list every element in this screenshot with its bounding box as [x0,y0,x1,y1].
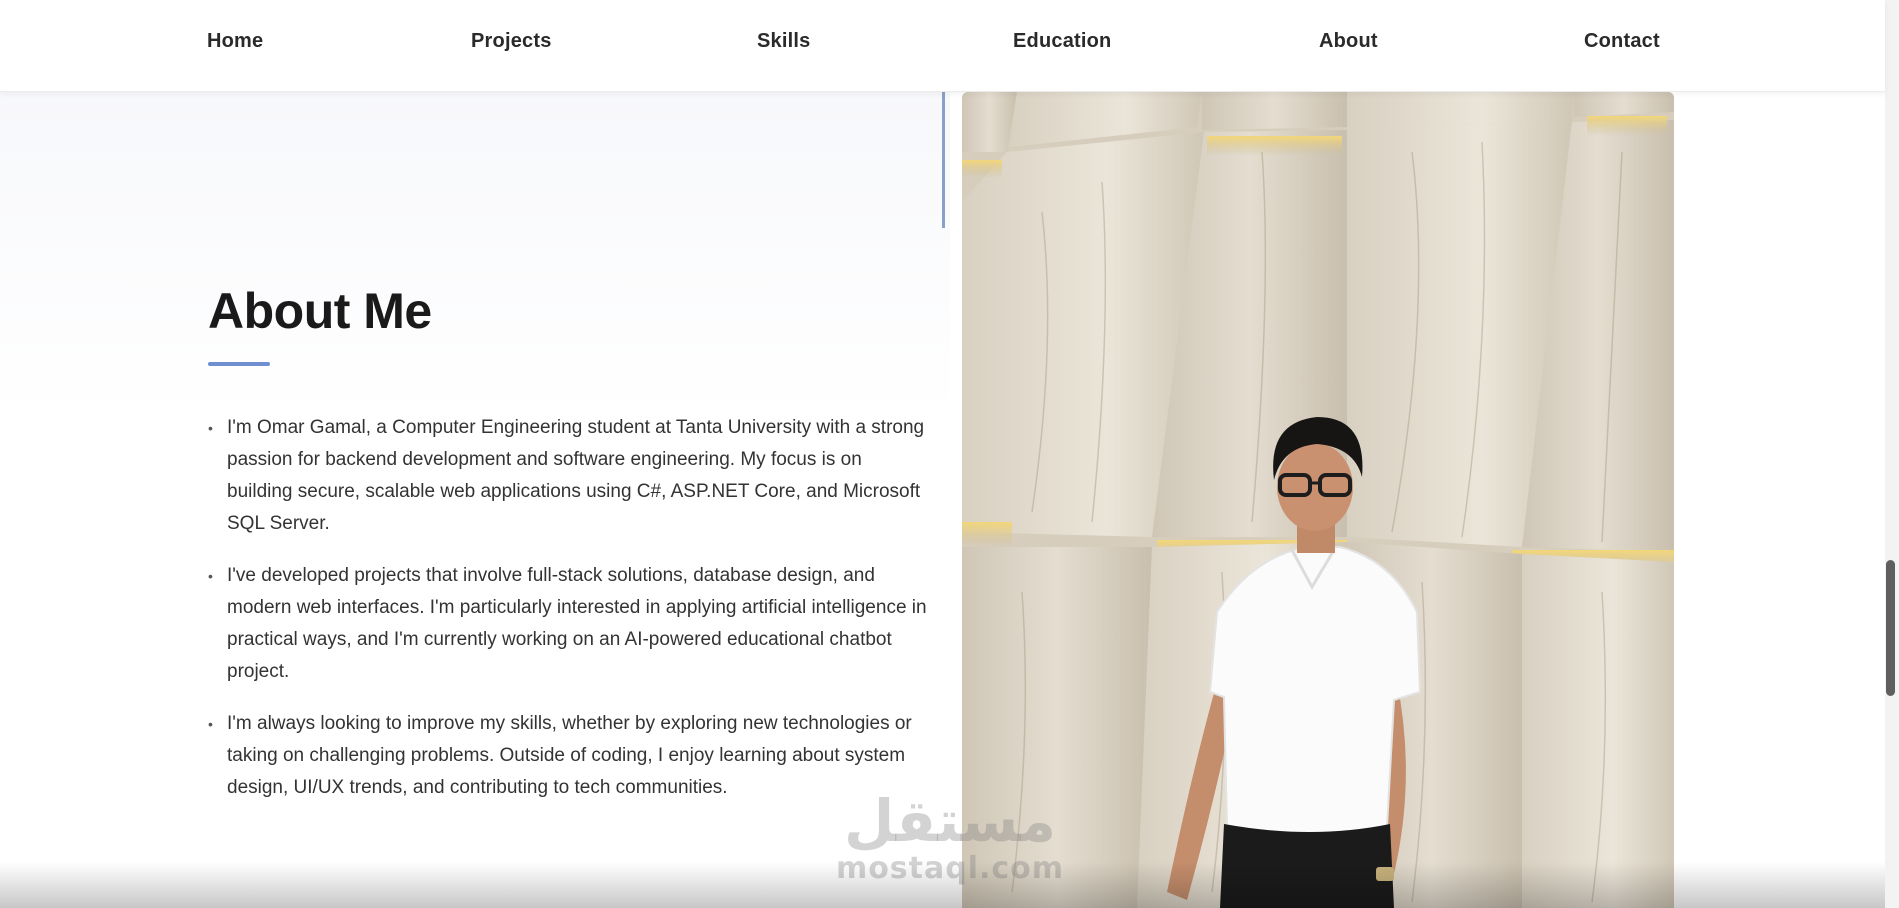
nav-link-home[interactable]: Home [207,30,263,53]
about-bullet-list: • I'm Omar Gamal, a Computer Engineering… [208,412,928,824]
scrollbar-thumb[interactable] [1886,560,1895,696]
nav-link-contact[interactable]: Contact [1584,30,1660,53]
about-bullet: • I'm Omar Gamal, a Computer Engineering… [208,412,928,540]
nav-link-education[interactable]: Education [1013,30,1111,53]
bullet-dot-icon: • [208,716,213,732]
nav-link-about[interactable]: About [1319,30,1378,53]
about-bullet-text: I've developed projects that involve ful… [227,565,927,682]
about-bullet-text: I'm always looking to improve my skills,… [227,713,912,798]
top-navbar: Home Projects Skills Education About Con… [0,0,1885,92]
profile-photo [962,92,1674,908]
nav-link-skills[interactable]: Skills [757,30,810,53]
about-bullet: • I'm always looking to improve my skill… [208,708,928,804]
vertical-divider [942,92,945,228]
about-title: About Me [208,283,432,339]
nav-link-projects[interactable]: Projects [471,30,552,53]
about-bullet: • I've developed projects that involve f… [208,560,928,688]
title-underline [208,362,270,366]
about-bullet-text: I'm Omar Gamal, a Computer Engineering s… [227,417,925,534]
profile-photo-illustration [962,92,1674,908]
scrollbar-track[interactable] [1885,0,1899,908]
bullet-dot-icon: • [208,420,213,436]
bullet-dot-icon: • [208,568,213,584]
